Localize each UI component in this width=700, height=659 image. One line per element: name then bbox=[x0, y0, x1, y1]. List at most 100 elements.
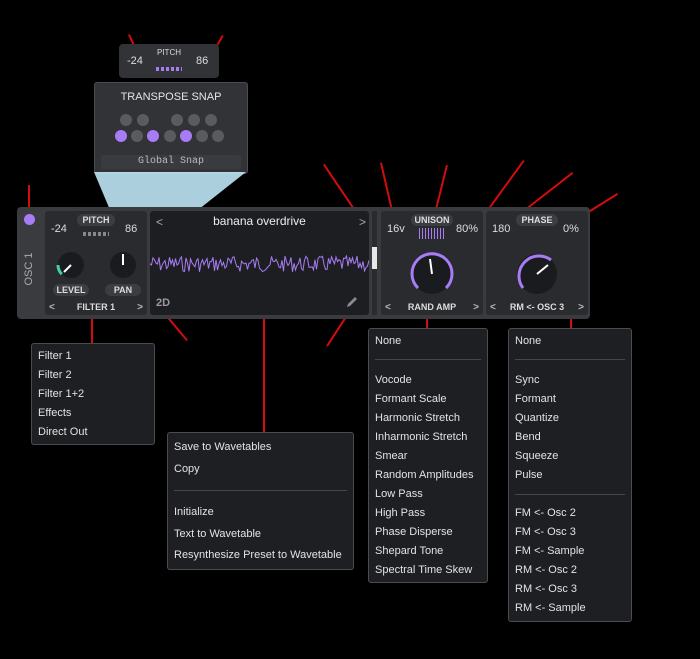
unison-title: UNISON bbox=[411, 214, 453, 226]
waveform-line bbox=[150, 254, 369, 273]
menu-separator bbox=[174, 490, 347, 491]
menu-item[interactable]: Resynthesize Preset to Wavetable bbox=[174, 549, 342, 561]
level-knob[interactable] bbox=[55, 249, 87, 281]
snap-note[interactable] bbox=[147, 130, 159, 142]
annotation-line bbox=[91, 318, 93, 344]
phase-block: PHASE 180 0% bbox=[486, 211, 588, 315]
pitch-min-value[interactable]: -24 bbox=[51, 223, 67, 235]
menu-item[interactable]: RM <- Sample bbox=[515, 602, 586, 614]
snap-note[interactable] bbox=[171, 114, 183, 126]
menu-item[interactable]: Sync bbox=[515, 374, 539, 386]
menu-item[interactable]: Initialize bbox=[174, 506, 214, 518]
filter-next-arrow[interactable]: > bbox=[137, 301, 143, 314]
distortion-next-arrow[interactable]: > bbox=[578, 301, 584, 314]
menu-item[interactable]: High Pass bbox=[375, 507, 425, 519]
menu-item[interactable]: Pulse bbox=[515, 469, 543, 481]
snap-note[interactable] bbox=[212, 130, 224, 142]
menu-item[interactable]: Harmonic Stretch bbox=[375, 412, 460, 424]
menu-item[interactable]: Quantize bbox=[515, 412, 559, 424]
wavetable-position-handle[interactable] bbox=[372, 247, 377, 269]
wavetable-context-menu: Save to Wavetables Copy Initialize Text … bbox=[167, 432, 354, 570]
pitch-block: PITCH -24 86 LEVEL PAN bbox=[45, 211, 147, 315]
snap-note[interactable] bbox=[115, 130, 127, 142]
menu-item[interactable]: Bend bbox=[515, 431, 541, 443]
distortion-amount-knob[interactable] bbox=[514, 251, 560, 297]
oscillator-section: OSC 1 PITCH -24 86 LEVEL PAN < FILTER 1 … bbox=[17, 207, 590, 319]
pencil-icon[interactable] bbox=[345, 295, 359, 309]
spectral-morph-menu: None Vocode Formant Scale Harmonic Stret… bbox=[368, 328, 488, 583]
wavetable-display[interactable]: < > banana overdrive 2D bbox=[150, 211, 369, 315]
snap-note[interactable] bbox=[120, 114, 132, 126]
menu-item[interactable]: Save to Wavetables bbox=[174, 441, 271, 453]
pitch-snap-indicator bbox=[156, 67, 182, 71]
menu-item[interactable]: Effects bbox=[38, 407, 71, 419]
transpose-snap-popup: TRANSPOSE SNAP Global Snap bbox=[94, 82, 248, 174]
annotation-line bbox=[28, 185, 30, 207]
snap-note[interactable] bbox=[188, 114, 200, 126]
menu-item[interactable]: Direct Out bbox=[38, 426, 88, 438]
pitch-max-value[interactable]: 86 bbox=[125, 223, 137, 235]
menu-item[interactable]: RM <- Osc 2 bbox=[515, 564, 577, 576]
osc-enable-toggle[interactable] bbox=[24, 214, 35, 225]
menu-item[interactable]: None bbox=[375, 335, 401, 347]
filter-select-label: FILTER 1 bbox=[76, 302, 116, 312]
snap-note[interactable] bbox=[180, 130, 192, 142]
menu-item[interactable]: Filter 1+2 bbox=[38, 388, 84, 400]
menu-separator bbox=[515, 359, 625, 360]
snap-note[interactable] bbox=[131, 130, 143, 142]
snap-connector bbox=[94, 172, 246, 208]
global-snap-button[interactable]: Global Snap bbox=[101, 155, 241, 169]
menu-item[interactable]: Formant Scale bbox=[375, 393, 447, 405]
snap-note[interactable] bbox=[164, 130, 176, 142]
wavetable-mode[interactable]: 2D bbox=[156, 297, 170, 309]
pitch-popup-max[interactable]: 86 bbox=[196, 55, 208, 67]
menu-item[interactable]: FM <- Sample bbox=[515, 545, 584, 557]
menu-item[interactable]: Filter 2 bbox=[38, 369, 72, 381]
unison-spread-indicator bbox=[419, 228, 445, 239]
spectral-morph-select[interactable]: < RAND AMP > bbox=[381, 301, 483, 314]
filter-prev-arrow[interactable]: < bbox=[49, 301, 55, 314]
spectral-next-arrow[interactable]: > bbox=[473, 301, 479, 314]
menu-item[interactable]: Low Pass bbox=[375, 488, 423, 500]
phase-value[interactable]: 180 bbox=[492, 223, 510, 235]
menu-item[interactable]: Copy bbox=[174, 463, 200, 475]
unison-blend[interactable]: 80% bbox=[456, 223, 478, 235]
waveform bbox=[150, 254, 369, 273]
unison-voices[interactable]: 16v bbox=[387, 223, 405, 235]
menu-item[interactable]: Squeeze bbox=[515, 450, 558, 462]
wavetable-position-scrollbar[interactable] bbox=[372, 211, 377, 315]
phase-title: PHASE bbox=[516, 214, 558, 226]
phase-random[interactable]: 0% bbox=[563, 223, 579, 235]
menu-separator bbox=[515, 494, 625, 495]
unison-block: UNISON 16v 80% bbox=[381, 211, 483, 315]
distortion-prev-arrow[interactable]: < bbox=[490, 301, 496, 314]
snap-note[interactable] bbox=[196, 130, 208, 142]
menu-item[interactable]: Phase Disperse bbox=[375, 526, 453, 538]
menu-separator bbox=[375, 359, 481, 360]
spectral-amount-knob[interactable] bbox=[409, 251, 455, 297]
menu-item[interactable]: Vocode bbox=[375, 374, 412, 386]
pitch-popup-min[interactable]: -24 bbox=[127, 55, 143, 67]
menu-item[interactable]: Filter 1 bbox=[38, 350, 72, 362]
menu-item[interactable]: FM <- Osc 2 bbox=[515, 507, 576, 519]
menu-item[interactable]: Formant bbox=[515, 393, 556, 405]
menu-item[interactable]: FM <- Osc 3 bbox=[515, 526, 576, 538]
spectral-prev-arrow[interactable]: < bbox=[385, 301, 391, 314]
distortion-select[interactable]: < RM <- OSC 3 > bbox=[486, 301, 588, 314]
wavetable-name[interactable]: banana overdrive bbox=[150, 214, 369, 228]
osc-label: OSC 1 bbox=[23, 252, 35, 286]
menu-item[interactable]: Spectral Time Skew bbox=[375, 564, 472, 576]
menu-item[interactable]: Random Amplitudes bbox=[375, 469, 473, 481]
pan-label: PAN bbox=[105, 284, 141, 296]
menu-item[interactable]: Smear bbox=[375, 450, 407, 462]
pan-knob[interactable] bbox=[107, 249, 139, 281]
snap-note[interactable] bbox=[137, 114, 149, 126]
pitch-title: PITCH bbox=[77, 214, 115, 226]
menu-item[interactable]: None bbox=[515, 335, 541, 347]
menu-item[interactable]: RM <- Osc 3 bbox=[515, 583, 577, 595]
filter-select[interactable]: < FILTER 1 > bbox=[45, 301, 147, 314]
menu-item[interactable]: Inharmonic Stretch bbox=[375, 431, 467, 443]
snap-note[interactable] bbox=[205, 114, 217, 126]
menu-item[interactable]: Shepard Tone bbox=[375, 545, 443, 557]
menu-item[interactable]: Text to Wavetable bbox=[174, 528, 261, 540]
